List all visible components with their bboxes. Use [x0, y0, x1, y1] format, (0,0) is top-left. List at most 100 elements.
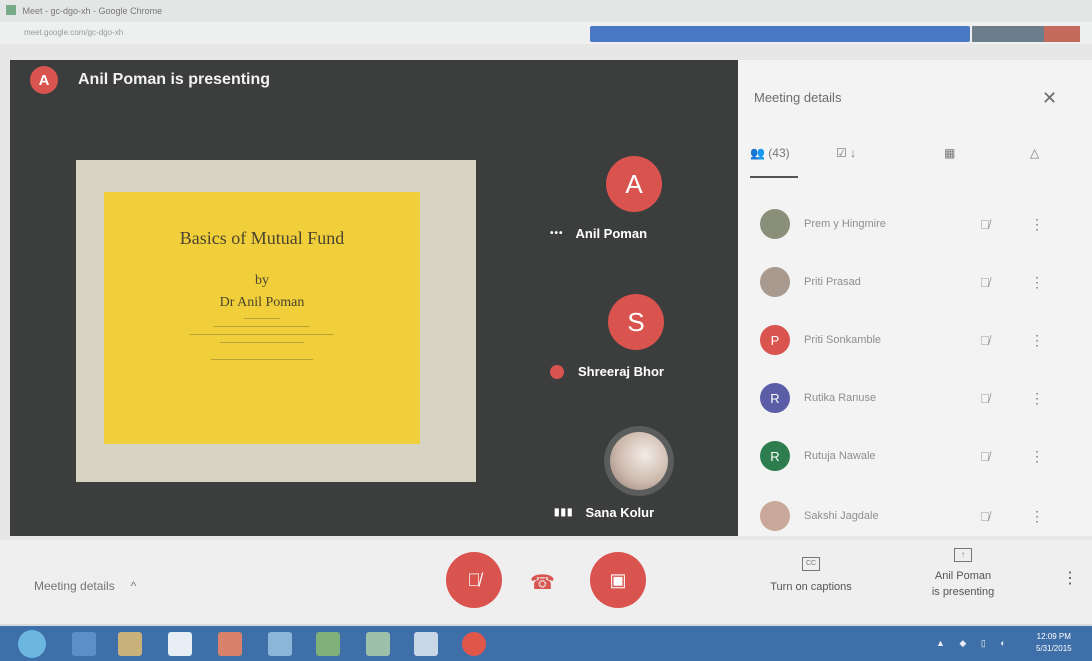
tile-name-sana: ▮▮▮ Sana Kolur: [554, 505, 655, 520]
tile-name-anil: ••• Anil Poman: [550, 226, 648, 241]
more-options-icon[interactable]: ⋮: [1030, 216, 1044, 233]
slide-credentials: —————— ———————————————— ——————————————————…: [190, 316, 334, 346]
phone-hangup-icon: ☎: [530, 572, 555, 594]
slide-by: by: [255, 273, 269, 288]
captions-label: Turn on captions: [770, 581, 852, 593]
camera-toggle-button[interactable]: ▣: [590, 552, 646, 608]
chat-icon: ▦: [944, 146, 956, 160]
excel-icon[interactable]: [316, 632, 340, 656]
tile-name-shreeraj: Shreeraj Bhor: [550, 364, 664, 379]
mic-off-icon: 🎙̸: [980, 448, 990, 464]
participant-avatar: [760, 267, 790, 297]
more-options-icon[interactable]: ⋮: [1062, 568, 1078, 588]
panel-title: Meeting details: [754, 90, 842, 105]
tile-photo-sana: [604, 426, 674, 496]
present-label-line1: Anil Poman: [934, 570, 992, 582]
browser-title-bar: Meet - gc-dgo-xh - Google Chrome: [0, 0, 1092, 22]
mic-off-icon: 🎙̸: [980, 508, 990, 524]
panel-close-icon[interactable]: ✕: [1042, 88, 1057, 109]
participant-avatar: R: [760, 383, 790, 413]
panel-tabs: 👥 (43) ☑ ↓ ▦ △: [748, 140, 1078, 180]
participant-row[interactable]: P Priti Sonkamble 🎙̸ ⋮: [760, 320, 1060, 360]
participant-avatar: [760, 501, 790, 531]
download-icon: ↓: [850, 146, 857, 160]
participant-name: Rutika Ranuse: [804, 392, 877, 404]
participant-avatar: [760, 209, 790, 239]
start-button[interactable]: [18, 630, 46, 658]
browser-title: Meet - gc-dgo-xh - Google Chrome: [22, 6, 163, 16]
ie-icon[interactable]: [72, 632, 96, 656]
clock-time: 12:09 PM: [1036, 632, 1071, 641]
more-options-icon[interactable]: ⋮: [1030, 448, 1044, 465]
meeting-details-button[interactable]: Meeting details ^: [34, 577, 136, 593]
presenter-label: Anil Poman is presenting: [78, 71, 271, 88]
tile-avatar-shreeraj: S: [608, 294, 664, 350]
tab-chat[interactable]: ▦: [944, 146, 955, 160]
participant-row[interactable]: R Rutuja Nawale 🎙̸ ⋮: [760, 436, 1060, 476]
url-text: meet.google.com/gc-dgo-xh: [24, 28, 124, 37]
participant-avatar: P: [760, 325, 790, 355]
mic-off-icon: 🎙̸: [467, 569, 481, 590]
participant-avatar: R: [760, 441, 790, 471]
powerpoint-icon[interactable]: [218, 632, 242, 656]
word-icon[interactable]: [168, 632, 192, 656]
participant-row[interactable]: Prem y Hingmire 🎙̸ ⋮: [760, 204, 1060, 244]
window-controls[interactable]: [972, 26, 1080, 42]
more-options-icon[interactable]: ⋮: [1030, 390, 1044, 407]
window-drag-bar: [590, 26, 970, 42]
presenter-avatar: A: [30, 66, 58, 94]
checkbox-icon: ☑: [836, 146, 847, 160]
active-tab-indicator: [750, 176, 798, 178]
participant-name: Rutuja Nawale: [804, 450, 876, 462]
tile-avatar-anil: A: [606, 156, 662, 212]
presentation-slide: Basics of Mutual Fund by Dr Anil Poman —…: [104, 192, 420, 444]
participant-name: Priti Prasad: [804, 276, 861, 288]
chrome-icon[interactable]: [462, 632, 486, 656]
window-close-button[interactable]: [1044, 26, 1080, 42]
slide-author: Dr Anil Poman: [219, 295, 305, 310]
tab-checklist[interactable]: ☑ ↓: [836, 146, 856, 160]
chevron-up-icon: ^: [130, 579, 137, 593]
slide-title: Basics of Mutual Fund: [179, 228, 345, 248]
more-options-icon[interactable]: ⋮: [1030, 508, 1044, 525]
speaking-indicator-icon: •••: [550, 228, 564, 239]
participant-name: Sakshi Jagdale: [804, 510, 879, 522]
tab-activities[interactable]: △: [1030, 146, 1039, 160]
windows-taskbar: ▲ ◆ ▯ ◐ 12:09 PM 5/31/2015: [0, 626, 1092, 661]
meeting-details-label: Meeting details: [34, 579, 115, 593]
system-tray[interactable]: ▲ ◆ ▯ ◐: [936, 638, 1012, 649]
clock-date: 5/31/2015: [1036, 644, 1072, 653]
camera-off-icon: ▣: [609, 569, 627, 590]
captions-icon: CC: [802, 557, 820, 571]
people-icon: 👥: [750, 146, 765, 160]
participant-row[interactable]: Sakshi Jagdale 🎙̸ ⋮: [760, 496, 1060, 536]
audio-level-icon: ▮▮▮: [554, 507, 574, 518]
meet-favicon-icon: [6, 5, 16, 15]
participant-name: Priti Sonkamble: [804, 334, 882, 346]
presenter-banner: A Anil Poman is presenting: [30, 66, 270, 94]
present-now-button[interactable]: ↑ Anil Poman is presenting: [918, 546, 1008, 600]
tab-people[interactable]: 👥 (43): [750, 146, 790, 160]
media-player-icon[interactable]: [268, 632, 292, 656]
mic-off-icon: 🎙̸: [980, 332, 990, 348]
captions-button[interactable]: CC Turn on captions: [756, 556, 866, 593]
shapes-icon: △: [1030, 146, 1040, 160]
participant-row[interactable]: Priti Prasad 🎙̸ ⋮: [760, 262, 1060, 302]
participant-name: Prem y Hingmire: [804, 218, 886, 230]
mic-off-icon: 🎙̸: [980, 216, 990, 232]
folder-icon[interactable]: [118, 632, 142, 656]
mic-off-icon: 🎙̸: [980, 390, 990, 406]
mic-off-icon: 🎙̸: [980, 274, 990, 290]
notepad-icon[interactable]: [414, 632, 438, 656]
taskbar-clock[interactable]: 12:09 PM 5/31/2015: [1036, 631, 1072, 655]
slide-contact: —————————————————: [211, 357, 313, 363]
present-label-line2: is presenting: [931, 586, 995, 598]
app-icon[interactable]: [366, 632, 390, 656]
mic-toggle-button[interactable]: 🎙̸: [446, 552, 502, 608]
more-options-icon[interactable]: ⋮: [1030, 332, 1044, 349]
sana-avatar-image: [610, 432, 668, 490]
participant-row[interactable]: R Rutika Ranuse 🎙̸ ⋮: [760, 378, 1060, 418]
present-icon: ↑: [954, 548, 972, 562]
more-options-icon[interactable]: ⋮: [1030, 274, 1044, 291]
hang-up-button[interactable]: ☎: [530, 570, 555, 595]
